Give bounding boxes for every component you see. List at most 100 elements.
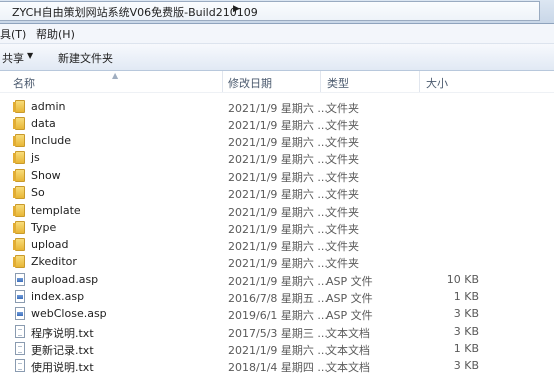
menu-tools[interactable]: 具(T) xyxy=(0,26,26,42)
file-date: 2021/1/9 星期六 ... xyxy=(228,102,328,115)
asp-file-icon xyxy=(15,273,25,286)
file-date: 2021/1/9 星期六 ... xyxy=(228,119,328,132)
file-name: upload xyxy=(31,238,69,251)
folder-icon xyxy=(13,169,25,182)
file-size: 1 KB xyxy=(453,290,479,303)
file-date: 2021/1/9 星期六 ... xyxy=(228,171,328,184)
folder-icon xyxy=(13,117,25,130)
list-item[interactable]: 程序说明.txt 2017/5/3 星期三 ... 文本文档 3 KB xyxy=(0,323,554,340)
column-name[interactable]: 名称 xyxy=(13,75,35,91)
file-date: 2021/1/9 星期六 ... xyxy=(228,257,328,270)
file-name: 使用说明.txt xyxy=(31,361,94,374)
file-list: admin 2021/1/9 星期六 ... 文件夹 data 2021/1/9… xyxy=(0,96,554,388)
file-name: Show xyxy=(31,169,61,182)
file-type: 文本文档 xyxy=(326,344,370,357)
chevron-down-icon[interactable]: ▼ xyxy=(27,51,33,60)
list-item[interactable]: So 2021/1/9 星期六 ... 文件夹 xyxy=(0,184,554,201)
list-item[interactable]: 使用说明.txt 2018/1/4 星期四 ... 文本文档 3 KB xyxy=(0,357,554,374)
list-item[interactable]: 更新记录.txt 2021/1/9 星期六 ... 文本文档 1 KB xyxy=(0,340,554,357)
column-divider[interactable] xyxy=(222,71,223,92)
list-item[interactable]: index.asp 2016/7/8 星期五 ... ASP 文件 1 KB xyxy=(0,288,554,305)
file-date: 2018/1/4 星期四 ... xyxy=(228,361,328,374)
list-item[interactable]: Include 2021/1/9 星期六 ... 文件夹 xyxy=(0,132,554,149)
file-type: 文件夹 xyxy=(326,223,359,236)
file-type: 文件夹 xyxy=(326,119,359,132)
column-divider[interactable] xyxy=(419,71,420,92)
file-type: 文件夹 xyxy=(326,240,359,253)
file-type: 文本文档 xyxy=(326,327,370,340)
list-item[interactable]: webClose.asp 2019/6/1 星期六 ... ASP 文件 3 K… xyxy=(0,305,554,322)
text-file-icon xyxy=(15,359,25,372)
folder-icon xyxy=(13,151,25,164)
file-name: webClose.asp xyxy=(31,307,107,320)
file-size: 10 KB xyxy=(446,273,479,286)
file-name: Type xyxy=(31,221,57,234)
file-type: ASP 文件 xyxy=(326,309,373,322)
file-name: data xyxy=(31,117,56,130)
file-type: ASP 文件 xyxy=(326,292,373,305)
new-folder-button[interactable]: 新建文件夹 xyxy=(58,50,113,66)
file-name: So xyxy=(31,186,45,199)
folder-icon xyxy=(13,238,25,251)
file-type: 文件夹 xyxy=(326,206,359,219)
file-name: 更新记录.txt xyxy=(31,344,94,357)
column-header-row: ▲ 名称 修改日期 类型 大小 xyxy=(0,71,554,93)
breadcrumb-arrow-icon[interactable]: ▶ xyxy=(233,4,240,14)
file-name: js xyxy=(31,151,40,164)
file-name: 程序说明.txt xyxy=(31,327,94,340)
column-size[interactable]: 大小 xyxy=(426,75,448,91)
address-bar: ZYCH自由策划网站系统V06免费版-Build210109 ▶ xyxy=(0,0,554,24)
list-item[interactable]: aupload.asp 2021/1/9 星期六 ... ASP 文件 10 K… xyxy=(0,271,554,288)
file-type: 文件夹 xyxy=(326,188,359,201)
column-divider[interactable] xyxy=(320,71,321,92)
asp-file-icon xyxy=(15,290,25,303)
file-date: 2016/7/8 星期五 ... xyxy=(228,292,328,305)
file-type: 文件夹 xyxy=(326,171,359,184)
menu-bar: 具(T) 帮助(H) xyxy=(0,24,554,44)
list-item[interactable]: upload 2021/1/9 星期六 ... 文件夹 xyxy=(0,236,554,253)
list-item[interactable]: Show 2021/1/9 星期六 ... 文件夹 xyxy=(0,167,554,184)
file-type: 文本文档 xyxy=(326,361,370,374)
file-size: 1 KB xyxy=(453,342,479,355)
folder-icon xyxy=(13,100,25,113)
list-item[interactable]: admin 2021/1/9 星期六 ... 文件夹 xyxy=(0,98,554,115)
file-name: Zkeditor xyxy=(31,255,77,268)
file-size: 3 KB xyxy=(453,325,479,338)
sort-ascending-icon: ▲ xyxy=(112,71,119,80)
file-date: 2021/1/9 星期六 ... xyxy=(228,223,328,236)
file-name: Include xyxy=(31,134,72,147)
file-type: ASP 文件 xyxy=(326,275,373,288)
folder-icon xyxy=(13,255,25,268)
list-item[interactable]: Zkeditor 2021/1/9 星期六 ... 文件夹 xyxy=(0,253,554,270)
file-name: index.asp xyxy=(31,290,85,303)
folder-icon xyxy=(13,221,25,234)
folder-icon xyxy=(13,134,25,147)
command-bar: 共享 ▼ 新建文件夹 xyxy=(0,44,554,71)
file-date: 2021/1/9 星期六 ... xyxy=(228,136,328,149)
list-item[interactable]: Type 2021/1/9 星期六 ... 文件夹 xyxy=(0,219,554,236)
address-field[interactable]: ZYCH自由策划网站系统V06免费版-Build210109 ▶ xyxy=(0,1,540,21)
menu-help[interactable]: 帮助(H) xyxy=(36,26,75,42)
folder-icon xyxy=(13,204,25,217)
breadcrumb-folder[interactable]: ZYCH自由策划网站系统V06免费版-Build210109 xyxy=(12,4,258,20)
file-name: aupload.asp xyxy=(31,273,99,286)
folder-icon xyxy=(13,186,25,199)
file-date: 2021/1/9 星期六 ... xyxy=(228,344,328,357)
list-item[interactable]: js 2021/1/9 星期六 ... 文件夹 xyxy=(0,149,554,166)
share-button[interactable]: 共享 xyxy=(2,50,24,66)
file-type: 文件夹 xyxy=(326,257,359,270)
file-date: 2019/6/1 星期六 ... xyxy=(228,309,328,322)
asp-file-icon xyxy=(15,307,25,320)
file-type: 文件夹 xyxy=(326,136,359,149)
file-size: 3 KB xyxy=(453,359,479,372)
file-date: 2021/1/9 星期六 ... xyxy=(228,188,328,201)
file-type: 文件夹 xyxy=(326,102,359,115)
column-date[interactable]: 修改日期 xyxy=(228,75,272,91)
list-item[interactable]: template 2021/1/9 星期六 ... 文件夹 xyxy=(0,202,554,219)
file-type: 文件夹 xyxy=(326,153,359,166)
list-item[interactable]: data 2021/1/9 星期六 ... 文件夹 xyxy=(0,115,554,132)
file-name: template xyxy=(31,204,81,217)
file-date: 2021/1/9 星期六 ... xyxy=(228,153,328,166)
file-date: 2021/1/9 星期六 ... xyxy=(228,206,328,219)
column-type[interactable]: 类型 xyxy=(327,75,349,91)
